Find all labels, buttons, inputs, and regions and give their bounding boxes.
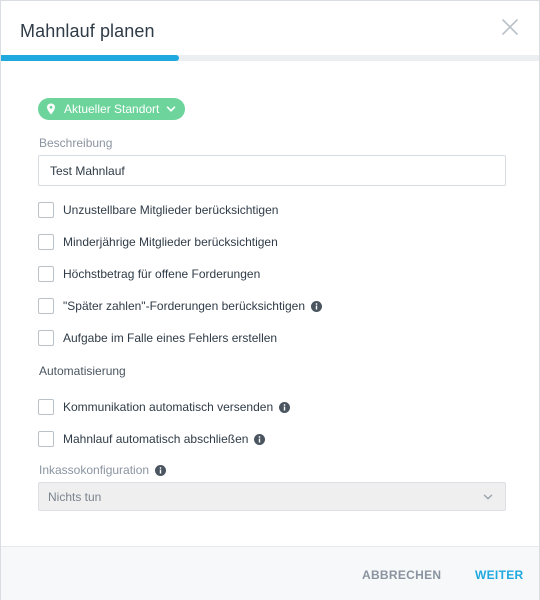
- collection-config-select[interactable]: Nichts tun: [38, 482, 506, 511]
- dialog-header: Mahnlauf planen: [1, 1, 539, 55]
- cancel-button[interactable]: ABBRECHEN: [362, 568, 441, 582]
- checkbox[interactable]: [38, 330, 54, 346]
- map-pin-icon: [47, 103, 55, 115]
- chevron-down-icon: [167, 106, 176, 112]
- option-label: Aufgabe im Falle eines Fehlers erstellen: [63, 331, 278, 345]
- option-minor-members[interactable]: Minderjährige Mitglieder berücksichtigen: [38, 234, 278, 250]
- close-button[interactable]: [498, 15, 522, 39]
- option-label: Unzustellbare Mitglieder berücksichtigen: [63, 203, 279, 217]
- checkbox[interactable]: [38, 399, 54, 415]
- option-label: Mahnlauf automatisch abschließen: [63, 432, 249, 446]
- option-auto-send-communication[interactable]: Kommunikation automatisch versenden: [38, 399, 291, 415]
- option-label: Kommunikation automatisch versenden: [63, 400, 274, 414]
- option-max-amount[interactable]: Höchstbetrag für offene Forderungen: [38, 266, 260, 282]
- select-value: Nichts tun: [48, 489, 102, 504]
- info-icon[interactable]: [254, 433, 266, 445]
- option-create-task-on-error[interactable]: Aufgabe im Falle eines Fehlers erstellen: [38, 330, 277, 346]
- option-pay-later-claims[interactable]: "Später zahlen"-Forderungen berücksichti…: [38, 298, 322, 314]
- checkbox[interactable]: [38, 266, 54, 282]
- close-icon: [502, 19, 518, 35]
- next-button[interactable]: WEITER: [475, 568, 523, 582]
- dialog-title: Mahnlauf planen: [20, 21, 155, 41]
- collection-config-label: Inkassokonfiguration: [39, 463, 150, 477]
- checkbox[interactable]: [38, 202, 54, 218]
- info-icon[interactable]: [279, 401, 291, 413]
- dialog: Mahnlauf planen Aktueller Standort Besch…: [0, 0, 540, 600]
- chevron-down-icon: [483, 494, 493, 499]
- automation-heading: Automatisierung: [39, 364, 126, 378]
- progress-fill: [1, 55, 179, 61]
- checkbox[interactable]: [38, 234, 54, 250]
- description-label: Beschreibung: [39, 136, 113, 150]
- checkbox[interactable]: [38, 431, 54, 447]
- progress-bar: [1, 55, 539, 61]
- option-label: "Später zahlen"-Forderungen berücksichti…: [63, 299, 305, 313]
- location-chip[interactable]: Aktueller Standort: [38, 98, 186, 120]
- option-auto-complete-run[interactable]: Mahnlauf automatisch abschließen: [38, 431, 266, 447]
- location-label: Aktueller Standort: [64, 102, 160, 116]
- info-icon[interactable]: [311, 300, 322, 312]
- description-input[interactable]: [38, 155, 506, 186]
- collection-config-label-row: Inkassokonfiguration: [39, 463, 167, 477]
- option-label: Höchstbetrag für offene Forderungen: [63, 267, 261, 281]
- option-label: Minderjährige Mitglieder berücksichtigen: [63, 235, 278, 249]
- info-icon[interactable]: [155, 464, 167, 476]
- option-undeliverable-members[interactable]: Unzustellbare Mitglieder berücksichtigen: [38, 202, 278, 218]
- checkbox[interactable]: [38, 298, 54, 314]
- dialog-footer: ABBRECHEN WEITER: [1, 546, 539, 600]
